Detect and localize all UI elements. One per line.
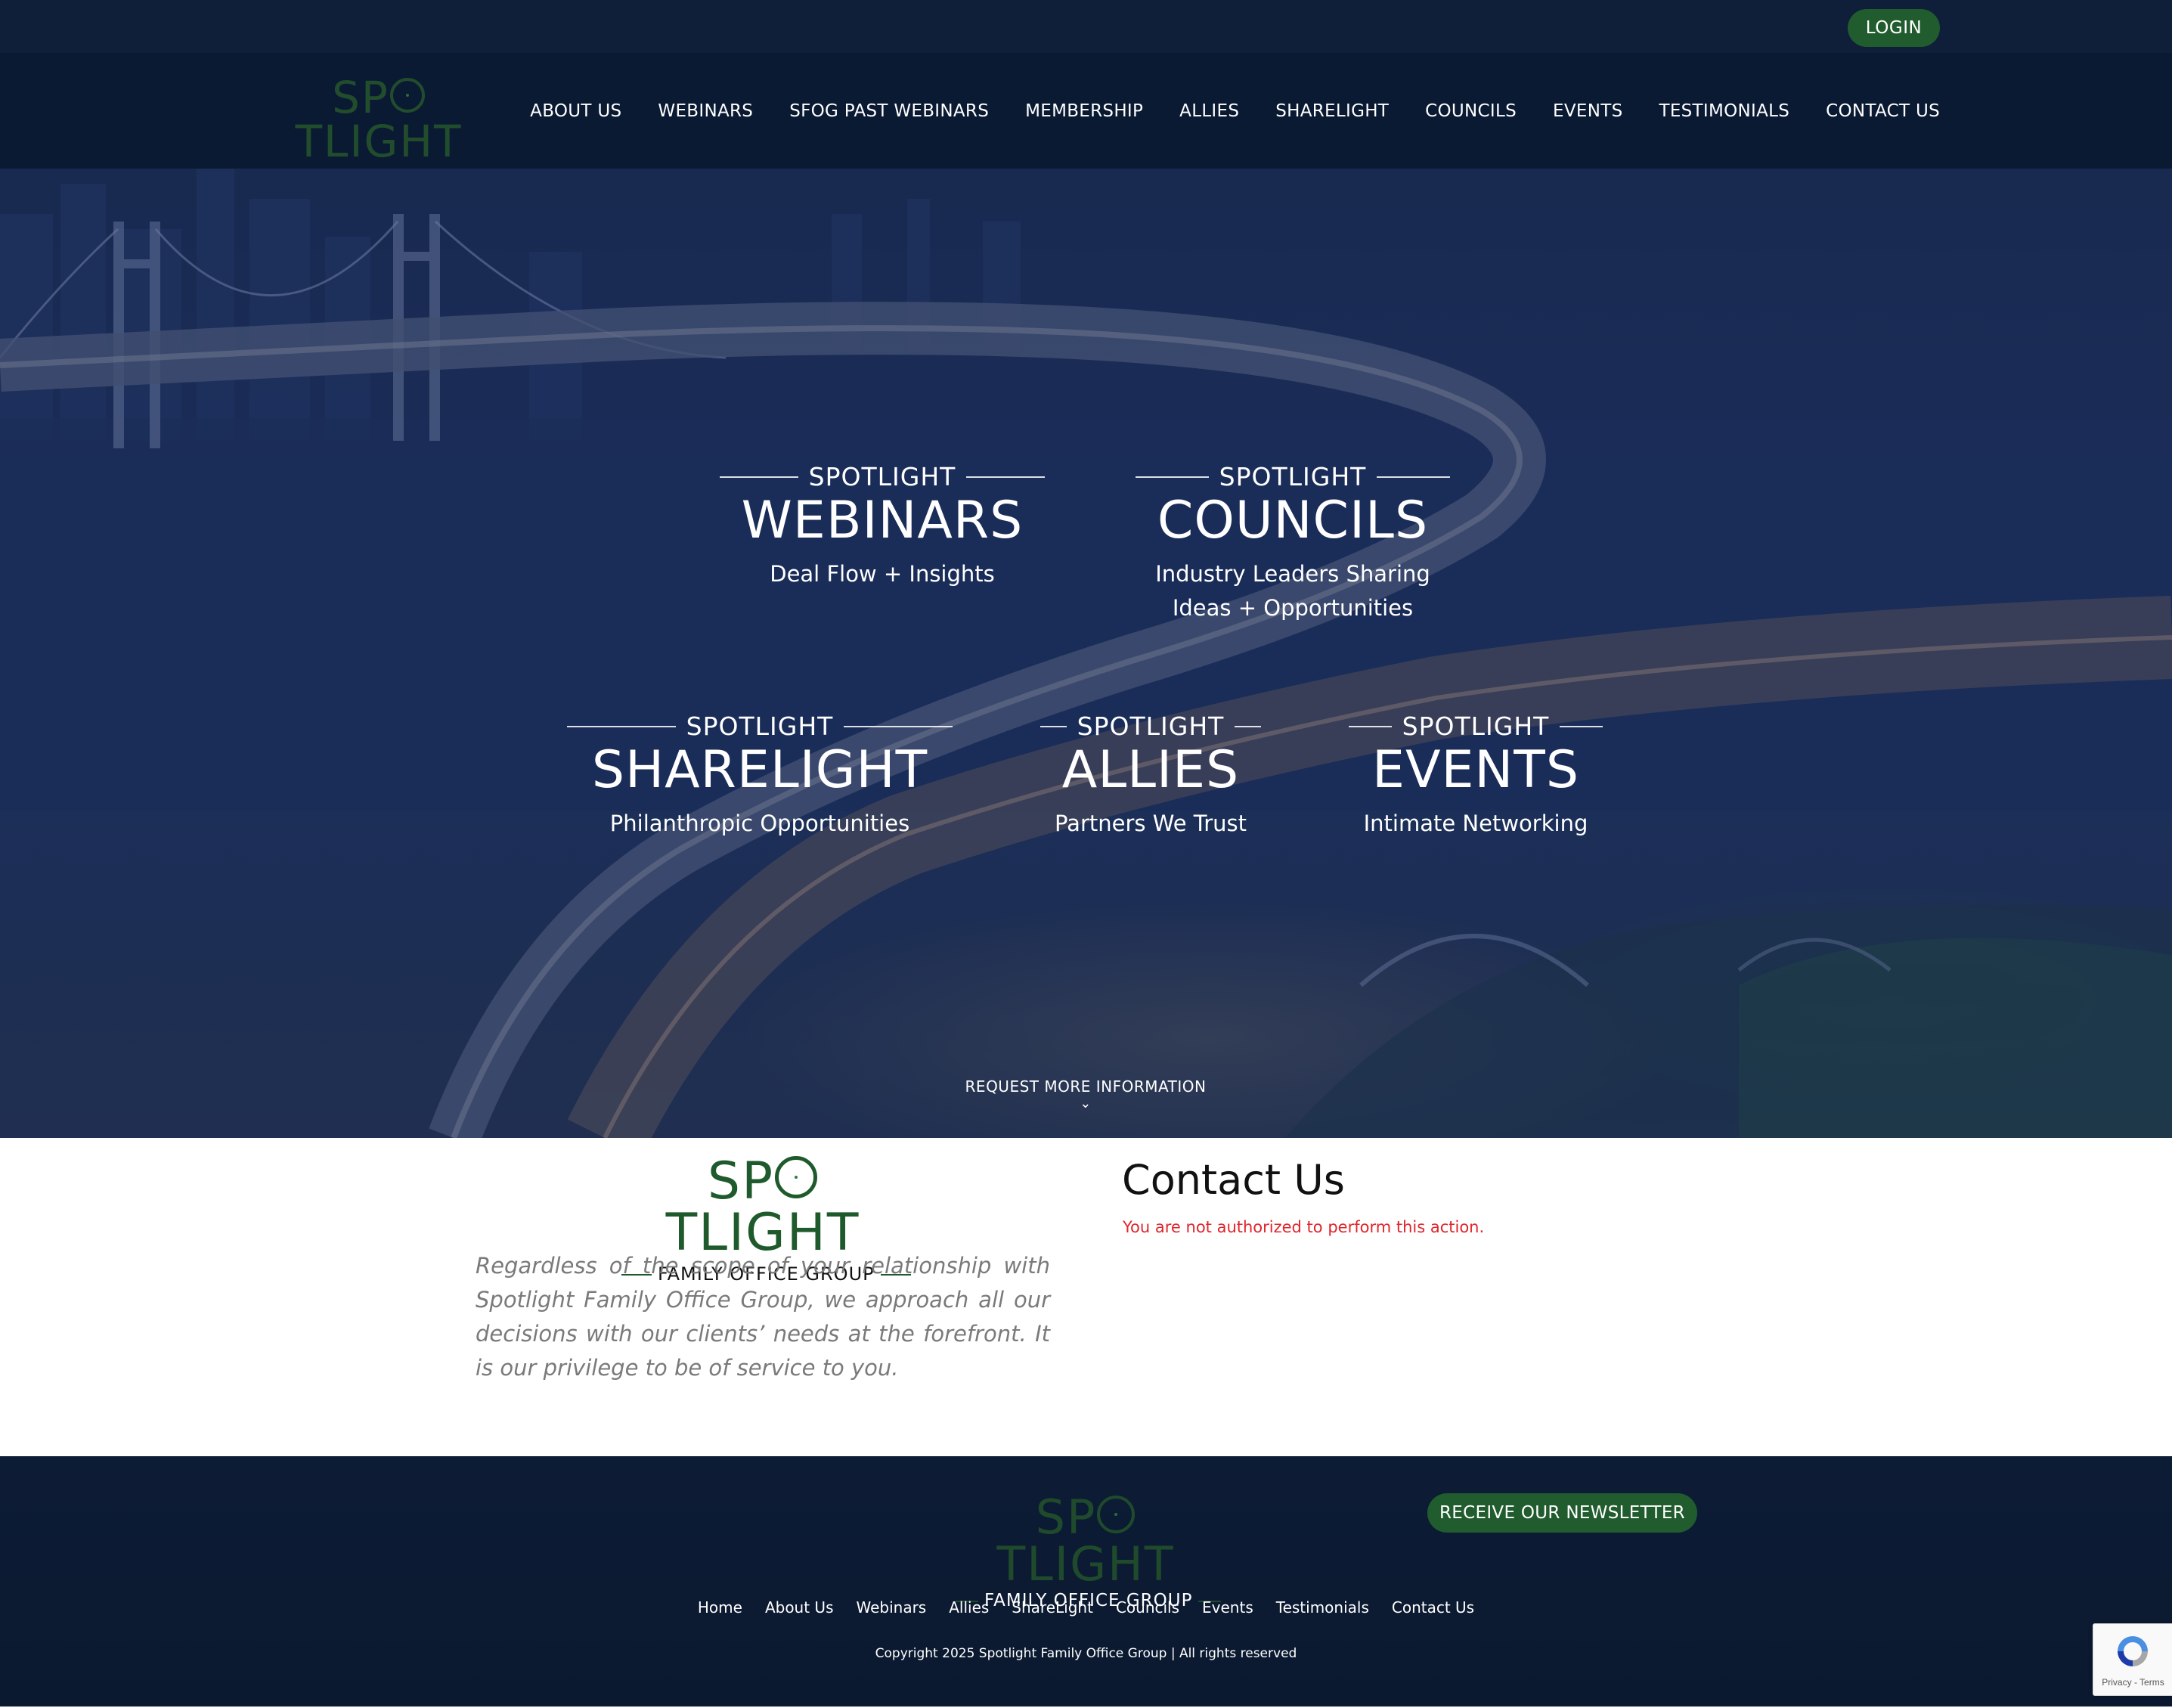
feature-desc: Intimate Networking <box>1363 810 1588 836</box>
logo-wordmark: SPTLIGHT <box>665 1152 860 1263</box>
footer-link-webinars[interactable]: Webinars <box>856 1598 926 1617</box>
feature-title: WEBINARS <box>741 491 1024 550</box>
recaptcha-badge[interactable]: Privacy - Terms <box>2093 1623 2172 1696</box>
logo-spotlight-ring-icon <box>775 1156 818 1198</box>
nav-events[interactable]: EVENTS <box>1553 101 1622 121</box>
top-utility-bar: LOGIN <box>0 0 2172 53</box>
feature-desc: Partners We Trust <box>1055 810 1247 836</box>
login-button[interactable]: LOGIN <box>1848 9 1940 47</box>
feature-title: ALLIES <box>1061 740 1240 800</box>
request-more-info-label: REQUEST MORE INFORMATION <box>965 1077 1207 1096</box>
feature-desc: Industry Leaders Sharing Ideas + Opportun… <box>1155 560 1430 621</box>
feature-kicker: SPOTLIGHT <box>686 711 834 741</box>
footer-link-contact-us[interactable]: Contact Us <box>1392 1598 1474 1617</box>
info-section: SPTLIGHT FAMILY OFFICE GROUP Regardless … <box>0 1138 2172 1456</box>
nav-webinars[interactable]: WEBINARS <box>658 101 753 121</box>
logo-wordmark: SPTLIGHT <box>295 72 463 167</box>
feature-sharelight[interactable]: SPOTLIGHT SHARELIGHT Philanthropic Oppor… <box>567 711 953 841</box>
feature-title: EVENTS <box>1371 740 1579 800</box>
nav-contact-us[interactable]: CONTACT US <box>1826 101 1940 121</box>
mission-statement: Regardless of the scope of your relation… <box>476 1253 1050 1381</box>
nav-councils[interactable]: COUNCILS <box>1425 101 1517 121</box>
chevron-down-icon: ⌄ <box>1080 1096 1092 1111</box>
footer-logo[interactable]: SPTLIGHT FAMILY OFFICE GROUP <box>950 1494 1222 1610</box>
nav-sharelight[interactable]: SHARELIGHT <box>1275 101 1389 121</box>
request-more-info-link[interactable]: REQUEST MORE INFORMATION ⌄ <box>934 1077 1237 1111</box>
night-bridge-background-image <box>0 169 2172 1138</box>
footer-link-allies[interactable]: Allies <box>949 1598 989 1617</box>
site-header: SPTLIGHT FAMILY OFFICE GROUP ABOUT US WE… <box>0 53 2172 184</box>
feature-kicker: SPOTLIGHT <box>808 462 956 491</box>
footer-link-home[interactable]: Home <box>698 1598 742 1617</box>
feature-desc: Philanthropic Opportunities <box>609 810 910 836</box>
nav-membership[interactable]: MEMBERSHIP <box>1025 101 1143 121</box>
nav-allies[interactable]: ALLIES <box>1179 101 1239 121</box>
nav-about-us[interactable]: ABOUT US <box>530 101 621 121</box>
main-nav: ABOUT US WEBINARS SFOG PAST WEBINARS MEM… <box>530 53 1940 169</box>
copyright-text: Copyright 2025 Spotlight Family Office G… <box>875 1646 1297 1661</box>
newsletter-button[interactable]: RECEIVE OUR NEWSLETTER <box>1427 1493 1697 1533</box>
footer-link-councils[interactable]: Councils <box>1116 1598 1179 1617</box>
feature-desc: Deal Flow + Insights <box>770 560 995 587</box>
site-footer: SPTLIGHT FAMILY OFFICE GROUP RECEIVE OUR… <box>0 1456 2172 1708</box>
feature-title: SHARELIGHT <box>591 740 928 800</box>
recaptcha-icon <box>2118 1636 2148 1666</box>
hero-section: SPOTLIGHT WEBINARS Deal Flow + Insights … <box>0 169 2172 1138</box>
feature-events[interactable]: SPOTLIGHT EVENTS Intimate Networking <box>1349 711 1603 841</box>
feature-title: COUNCILS <box>1157 491 1429 550</box>
feature-webinars[interactable]: SPOTLIGHT WEBINARS Deal Flow + Insights <box>720 462 1045 591</box>
nav-sfog-past-webinars[interactable]: SFOG PAST WEBINARS <box>789 101 989 121</box>
logo-wordmark: SPTLIGHT <box>996 1489 1175 1592</box>
contact-heading: Contact Us <box>1122 1156 1345 1204</box>
logo-spotlight-ring-icon <box>389 78 425 113</box>
footer-link-sharelight[interactable]: ShareLight <box>1012 1598 1093 1617</box>
feature-kicker: SPOTLIGHT <box>1402 711 1550 741</box>
logo-spotlight-ring-icon <box>1097 1496 1136 1533</box>
feature-councils[interactable]: SPOTLIGHT COUNCILS Industry Leaders Shar… <box>1136 462 1450 625</box>
nav-testimonials[interactable]: TESTIMONIALS <box>1659 101 1789 121</box>
feature-kicker: SPOTLIGHT <box>1077 711 1225 741</box>
contact-error-message: You are not authorized to perform this a… <box>1123 1218 1485 1236</box>
footer-nav: Home About Us Webinars Allies ShareLight… <box>0 1598 2172 1617</box>
footer-link-testimonials[interactable]: Testimonials <box>1276 1598 1369 1617</box>
feature-kicker: SPOTLIGHT <box>1219 462 1367 491</box>
footer-link-about-us[interactable]: About Us <box>765 1598 834 1617</box>
feature-allies[interactable]: SPOTLIGHT ALLIES Partners We Trust <box>1040 711 1261 841</box>
recaptcha-terms[interactable]: Privacy - Terms <box>2093 1677 2172 1688</box>
footer-link-events[interactable]: Events <box>1202 1598 1253 1617</box>
